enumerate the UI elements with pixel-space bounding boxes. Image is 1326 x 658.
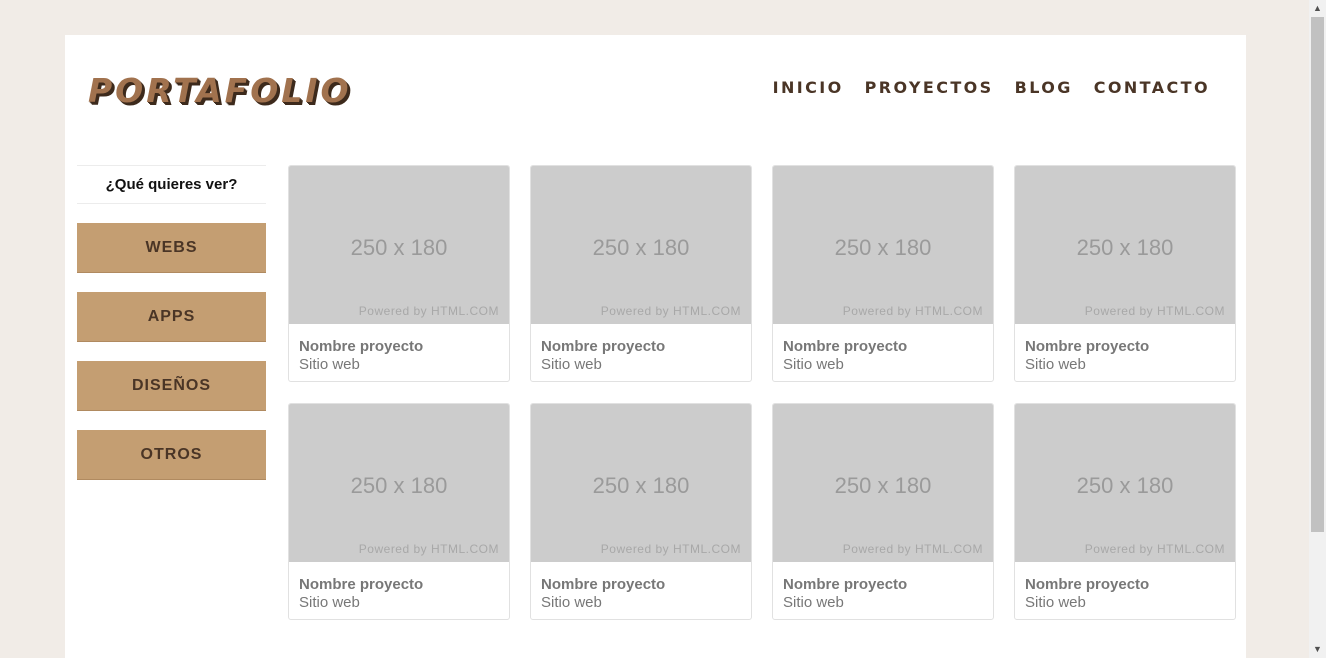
- project-type: Sitio web: [541, 356, 602, 373]
- thumbnail-size-label: 250 x 180: [1076, 235, 1174, 260]
- project-type: Sitio web: [541, 594, 602, 611]
- nav-blog[interactable]: BLOG: [1015, 78, 1073, 97]
- thumbnail-credit: Powered by HTML.COM: [600, 304, 741, 318]
- filter-apps-button[interactable]: APPS: [77, 292, 266, 342]
- thumbnail-credit: Powered by HTML.COM: [1084, 304, 1225, 318]
- thumbnail-credit: Powered by HTML.COM: [1084, 542, 1225, 556]
- thumbnail-size-label: 250 x 180: [350, 235, 448, 260]
- project-meta: Nombre proyecto Sitio web: [1015, 324, 1235, 373]
- project-card[interactable]: 250 x 180 Powered by HTML.COM Nombre pro…: [1014, 165, 1236, 382]
- project-name: Nombre proyecto: [541, 576, 666, 593]
- nav-proyectos[interactable]: PROYECTOS: [865, 78, 994, 97]
- project-type: Sitio web: [299, 356, 360, 373]
- project-thumbnail: 250 x 180 Powered by HTML.COM: [773, 166, 993, 324]
- page-container: PORTAFOLIO INICIO PROYECTOS BLOG CONTACT…: [65, 35, 1246, 658]
- project-meta: Nombre proyecto Sitio web: [289, 562, 509, 611]
- filter-webs-button[interactable]: WEBS: [77, 223, 266, 273]
- project-card[interactable]: 250 x 180 Powered by HTML.COM Nombre pro…: [772, 403, 994, 620]
- main-nav: INICIO PROYECTOS BLOG CONTACTO: [773, 78, 1210, 97]
- project-card[interactable]: 250 x 180 Powered by HTML.COM Nombre pro…: [530, 403, 752, 620]
- scrollbar-thumb[interactable]: [1311, 17, 1324, 532]
- thumbnail-credit: Powered by HTML.COM: [358, 304, 499, 318]
- project-meta: Nombre proyecto Sitio web: [773, 562, 993, 611]
- project-thumbnail: 250 x 180 Powered by HTML.COM: [531, 166, 751, 324]
- project-thumbnail: 250 x 180 Powered by HTML.COM: [1015, 166, 1235, 324]
- thumbnail-credit: Powered by HTML.COM: [842, 542, 983, 556]
- site-logo[interactable]: PORTAFOLIO: [88, 73, 352, 109]
- project-meta: Nombre proyecto Sitio web: [531, 324, 751, 373]
- project-type: Sitio web: [1025, 356, 1086, 373]
- project-thumbnail: 250 x 180 Powered by HTML.COM: [289, 404, 509, 562]
- filter-sidebar: ¿Qué quieres ver? WEBS APPS DISEÑOS OTRO…: [77, 165, 266, 480]
- project-name: Nombre proyecto: [783, 338, 908, 355]
- project-card[interactable]: 250 x 180 Powered by HTML.COM Nombre pro…: [288, 403, 510, 620]
- thumbnail-credit: Powered by HTML.COM: [600, 542, 741, 556]
- project-thumbnail: 250 x 180 Powered by HTML.COM: [773, 404, 993, 562]
- thumbnail-size-label: 250 x 180: [592, 235, 690, 260]
- project-type: Sitio web: [1025, 594, 1086, 611]
- filter-otros-button[interactable]: OTROS: [77, 430, 266, 480]
- project-card[interactable]: 250 x 180 Powered by HTML.COM Nombre pro…: [530, 165, 752, 382]
- thumbnail-size-label: 250 x 180: [834, 235, 932, 260]
- project-name: Nombre proyecto: [1025, 338, 1150, 355]
- chevron-down-icon[interactable]: ▼: [1309, 641, 1326, 658]
- project-name: Nombre proyecto: [299, 338, 424, 355]
- project-card[interactable]: 250 x 180 Powered by HTML.COM Nombre pro…: [288, 165, 510, 382]
- project-name: Nombre proyecto: [783, 576, 908, 593]
- thumbnail-credit: Powered by HTML.COM: [842, 304, 983, 318]
- project-name: Nombre proyecto: [541, 338, 666, 355]
- project-card[interactable]: 250 x 180 Powered by HTML.COM Nombre pro…: [772, 165, 994, 382]
- project-meta: Nombre proyecto Sitio web: [531, 562, 751, 611]
- project-thumbnail: 250 x 180 Powered by HTML.COM: [531, 404, 751, 562]
- project-meta: Nombre proyecto Sitio web: [1015, 562, 1235, 611]
- project-thumbnail: 250 x 180 Powered by HTML.COM: [1015, 404, 1235, 562]
- thumbnail-credit: Powered by HTML.COM: [358, 542, 499, 556]
- thumbnail-size-label: 250 x 180: [834, 473, 932, 498]
- vertical-scrollbar[interactable]: ▲ ▼: [1309, 0, 1326, 658]
- nav-inicio[interactable]: INICIO: [773, 78, 844, 97]
- filter-disenos-button[interactable]: DISEÑOS: [77, 361, 266, 411]
- thumbnail-size-label: 250 x 180: [592, 473, 690, 498]
- chevron-up-icon[interactable]: ▲: [1309, 0, 1326, 17]
- project-name: Nombre proyecto: [299, 576, 424, 593]
- project-grid: 250 x 180 Powered by HTML.COM Nombre pro…: [288, 165, 1236, 620]
- filter-heading: ¿Qué quieres ver?: [77, 165, 266, 204]
- project-thumbnail: 250 x 180 Powered by HTML.COM: [289, 166, 509, 324]
- project-meta: Nombre proyecto Sitio web: [289, 324, 509, 373]
- project-type: Sitio web: [783, 356, 844, 373]
- project-card[interactable]: 250 x 180 Powered by HTML.COM Nombre pro…: [1014, 403, 1236, 620]
- project-type: Sitio web: [783, 594, 844, 611]
- project-type: Sitio web: [299, 594, 360, 611]
- thumbnail-size-label: 250 x 180: [1076, 473, 1174, 498]
- project-meta: Nombre proyecto Sitio web: [773, 324, 993, 373]
- thumbnail-size-label: 250 x 180: [350, 473, 448, 498]
- nav-contacto[interactable]: CONTACTO: [1094, 78, 1210, 97]
- project-name: Nombre proyecto: [1025, 576, 1150, 593]
